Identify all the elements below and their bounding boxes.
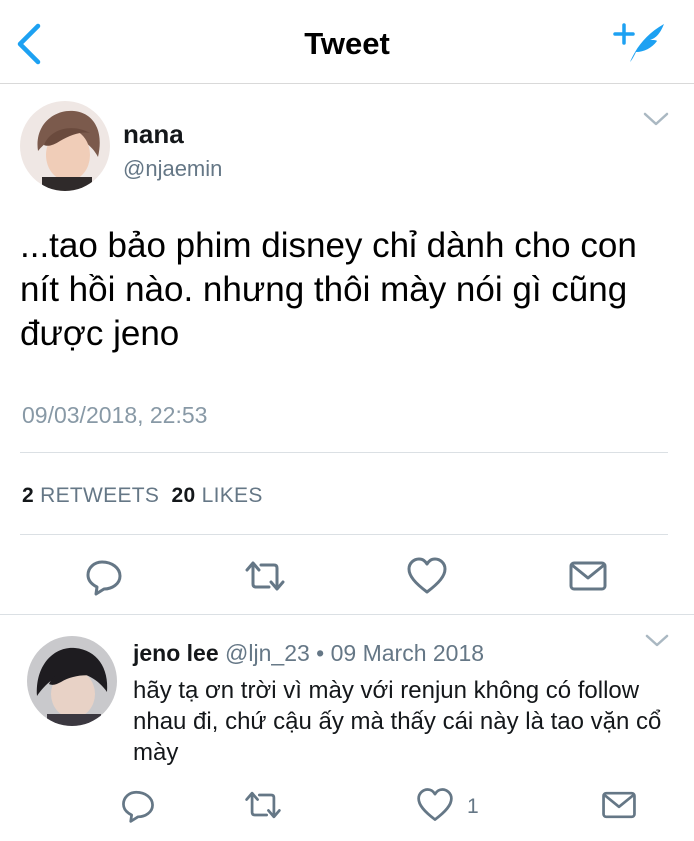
reply-date: 09 March 2018 <box>330 640 485 666</box>
tweet-actions <box>0 546 694 606</box>
message-icon[interactable] <box>566 554 610 598</box>
divider <box>20 452 668 453</box>
retweets-count: 2 <box>22 484 34 507</box>
reply-tweet[interactable]: jeno lee @ljn_23 • 09 March 2018 hãy tạ … <box>0 614 694 823</box>
retweet-icon[interactable] <box>243 554 287 598</box>
page-title: Tweet <box>304 26 390 61</box>
chevron-down-icon[interactable] <box>642 110 670 128</box>
reply-author-name[interactable]: jeno lee <box>133 640 219 666</box>
avatar[interactable] <box>27 636 117 726</box>
author-name[interactable]: nana <box>123 119 184 150</box>
divider <box>20 534 668 535</box>
tweet-text: ...tao bảo phim disney chỉ dành cho con … <box>20 226 637 353</box>
reply-header: jeno lee @ljn_23 • 09 March 2018 <box>133 640 484 667</box>
reply-icon[interactable] <box>118 785 158 825</box>
compose-tweet-icon[interactable] <box>610 20 668 66</box>
nav-bar: Tweet <box>0 0 694 84</box>
separator-dot: • <box>316 640 325 666</box>
retweet-icon[interactable] <box>243 785 283 825</box>
retweets-label: RETWEETS <box>40 484 160 507</box>
message-icon[interactable] <box>599 785 639 825</box>
like-icon[interactable] <box>415 785 455 825</box>
likes-count: 20 <box>171 484 196 507</box>
reply-author-handle[interactable]: @ljn_23 <box>225 640 310 666</box>
author-handle[interactable]: @njaemin <box>123 156 222 182</box>
avatar[interactable] <box>20 101 110 191</box>
like-icon[interactable] <box>405 554 449 598</box>
tweet-timestamp: 09/03/2018, 22:53 <box>22 402 208 428</box>
tweet-stats[interactable]: 2 RETWEETS 20 LIKES <box>22 484 263 508</box>
reply-text: hãy tạ ơn trời vì mày với renjun không c… <box>133 677 662 766</box>
reply-like-count: 1 <box>467 795 479 818</box>
reply-icon[interactable] <box>82 554 126 598</box>
chevron-down-icon[interactable] <box>644 633 670 649</box>
likes-label: LIKES <box>201 484 263 507</box>
